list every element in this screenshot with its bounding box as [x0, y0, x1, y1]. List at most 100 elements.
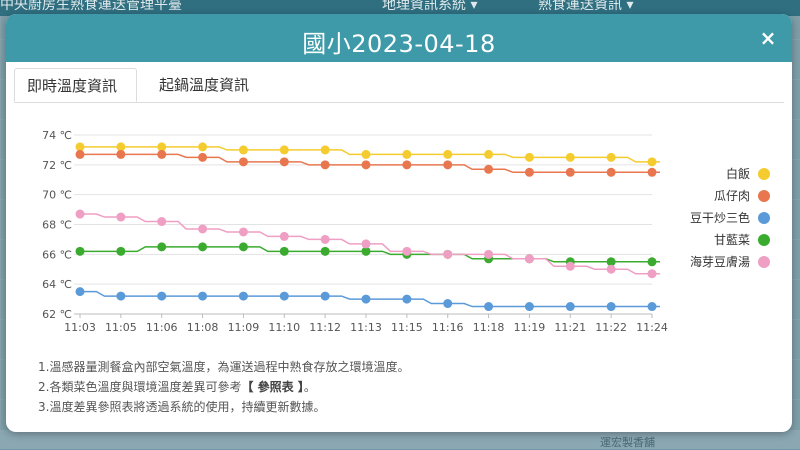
data-point: [75, 209, 85, 219]
data-point: [565, 167, 575, 177]
data-point: [157, 149, 167, 159]
data-point: [524, 254, 534, 264]
note-3: 3.溫度差異參照表將透過系統的使用，持續更新數據。: [38, 400, 326, 414]
data-point: [647, 257, 657, 267]
data-point: [361, 149, 371, 159]
data-point: [443, 249, 453, 259]
data-point: [443, 149, 453, 159]
x-tick-label: 11:05: [105, 321, 137, 334]
legend-marker: [758, 212, 770, 224]
x-tick-label: 11:08: [187, 321, 219, 334]
data-point: [647, 302, 657, 312]
data-point: [279, 157, 289, 167]
data-point: [361, 160, 371, 170]
note-2-suffix: 。: [303, 380, 316, 394]
x-tick-label: 11:21: [554, 321, 586, 334]
legend-label: 瓜仔肉: [714, 189, 750, 203]
data-point: [402, 294, 412, 304]
legend-label: 甘藍菜: [714, 233, 750, 247]
data-point: [75, 149, 85, 159]
data-point: [402, 149, 412, 159]
data-point: [484, 249, 494, 259]
modal-title: 國小2023-04-18: [302, 30, 496, 58]
x-tick-label: 11:03: [64, 321, 96, 334]
data-point: [524, 302, 534, 312]
x-tick-label: 11:09: [228, 321, 260, 334]
tab-cooking-temperature[interactable]: 起鍋溫度資訊: [147, 68, 267, 102]
nav-delivery[interactable]: 熟食運送資訊 ▾: [538, 0, 633, 12]
data-point: [198, 152, 208, 162]
legend-marker: [758, 234, 770, 246]
data-point: [116, 212, 126, 222]
data-point: [647, 157, 657, 167]
data-point: [279, 145, 289, 155]
notes: 1.溫感器量測餐盒內部空氣溫度，為運送過程中熟食存放之環境溫度。 2.各類菜色溫…: [38, 357, 738, 417]
y-tick-label: 68 ℃: [42, 219, 72, 232]
x-tick-label: 11:13: [350, 321, 382, 334]
temperature-modal: 國小2023-04-18 × 即時溫度資訊 起鍋溫度資訊 62 ℃ 64 ℃ 66 …: [6, 14, 792, 432]
data-point: [157, 217, 167, 227]
data-point: [647, 167, 657, 177]
app-title: 中央廚房生熟食運送管理平臺: [0, 0, 182, 13]
data-point: [606, 264, 616, 274]
data-point: [279, 246, 289, 256]
legend-marker: [758, 168, 770, 180]
modal-header: 國小2023-04-18 ×: [6, 14, 792, 62]
data-point: [484, 164, 494, 174]
data-point: [565, 261, 575, 271]
data-point: [198, 291, 208, 301]
reference-table-link[interactable]: 【 參照表 】: [241, 380, 303, 394]
data-point: [279, 231, 289, 241]
data-point: [157, 242, 167, 252]
data-point: [524, 167, 534, 177]
data-point: [606, 167, 616, 177]
data-point: [238, 242, 248, 252]
tab-realtime-temperature[interactable]: 即時溫度資訊: [14, 68, 137, 102]
legend-label: 白飯: [726, 166, 750, 181]
data-point: [75, 246, 85, 256]
x-tick-label: 11:19: [514, 321, 546, 334]
y-tick-label: 70 ℃: [42, 189, 72, 202]
y-tick-label: 72 ℃: [42, 159, 72, 172]
close-button[interactable]: ×: [758, 28, 778, 48]
data-point: [402, 246, 412, 256]
data-point: [320, 145, 330, 155]
x-tick-label: 11:12: [309, 321, 341, 334]
x-tick-label: 11:16: [432, 321, 464, 334]
data-point: [320, 234, 330, 244]
tab-bar: 即時溫度資訊 起鍋溫度資訊: [14, 62, 784, 103]
note-2-text: 2.各類菜色溫度與環境溫度差異可參考: [38, 380, 242, 394]
legend-label: 海芽豆膚湯: [690, 254, 750, 269]
data-point: [116, 291, 126, 301]
legend-label: 豆干炒三色: [690, 211, 750, 225]
x-tick-label: 11:06: [146, 321, 178, 334]
data-point: [198, 242, 208, 252]
y-tick-label: 74 ℃: [42, 129, 72, 142]
map-footer: 運宏製香舖: [0, 430, 800, 449]
note-2: 2.各類菜色溫度與環境溫度差異可參考【 參照表 】。: [38, 377, 738, 397]
temperature-line-chart: 62 ℃ 64 ℃ 66 ℃ 68 ℃ 70 ℃ 72 ℃ 74 ℃ 11:03 11:05 11…: [42, 129, 770, 334]
data-point: [238, 157, 248, 167]
data-point: [484, 149, 494, 159]
data-point: [443, 299, 453, 309]
x-tick-label: 11:18: [473, 321, 505, 334]
data-point: [238, 145, 248, 155]
y-tick-label: 62 ℃: [42, 308, 72, 321]
legend-marker: [758, 256, 770, 268]
data-point: [565, 152, 575, 162]
map-road-label: 運宏製香舖: [600, 436, 655, 449]
data-point: [402, 160, 412, 170]
data-point: [484, 302, 494, 312]
data-point: [320, 246, 330, 256]
data-point: [606, 302, 616, 312]
data-point: [606, 152, 616, 162]
nav-gis[interactable]: 地理資訊系統 ▾: [382, 0, 477, 12]
data-point: [361, 294, 371, 304]
x-tick-label: 11:15: [391, 321, 423, 334]
data-point: [75, 287, 85, 297]
data-point: [198, 142, 208, 152]
data-point: [116, 246, 126, 256]
y-tick-label: 66 ℃: [42, 248, 72, 261]
data-point: [238, 291, 248, 301]
data-point: [116, 149, 126, 159]
